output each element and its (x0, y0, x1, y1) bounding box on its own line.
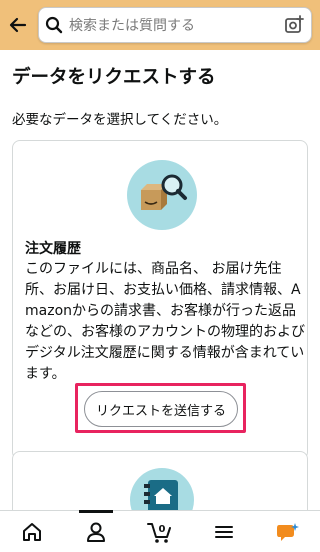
camera-search-icon[interactable] (277, 14, 311, 36)
nav-home[interactable] (0, 511, 64, 552)
search-icon (39, 16, 69, 34)
back-arrow-icon (9, 17, 27, 33)
nav-assistant[interactable] (256, 511, 320, 552)
search-placeholder: 検索または質問する (69, 18, 195, 34)
page-subtitle: 必要なデータを選択してください。 (12, 112, 228, 128)
card-description: このファイルには、商品名、 お届け先住所、お届け日、お支払い価格、請求情報、Am… (25, 261, 305, 382)
order-history-icon (127, 160, 197, 230)
cart-count: 0 (159, 524, 166, 535)
app-header: 検索または質問する (0, 0, 320, 50)
nav-account[interactable] (64, 510, 128, 552)
submit-request-button[interactable]: リクエストを送信する (84, 391, 238, 427)
cart-icon: 0 (147, 522, 171, 543)
nav-menu[interactable] (192, 511, 256, 552)
bottom-navigation: 0 (0, 510, 320, 552)
assistant-icon (277, 522, 299, 541)
home-icon (23, 522, 41, 541)
search-input[interactable]: 検索または質問する (38, 7, 312, 43)
active-tab-indicator (79, 510, 113, 513)
page-title: データをリクエストする (12, 67, 216, 88)
account-icon (87, 522, 105, 542)
back-button[interactable] (0, 0, 36, 50)
card-heading: 注文履歴 (25, 241, 81, 257)
menu-icon (215, 525, 233, 538)
nav-cart[interactable]: 0 (128, 511, 192, 552)
